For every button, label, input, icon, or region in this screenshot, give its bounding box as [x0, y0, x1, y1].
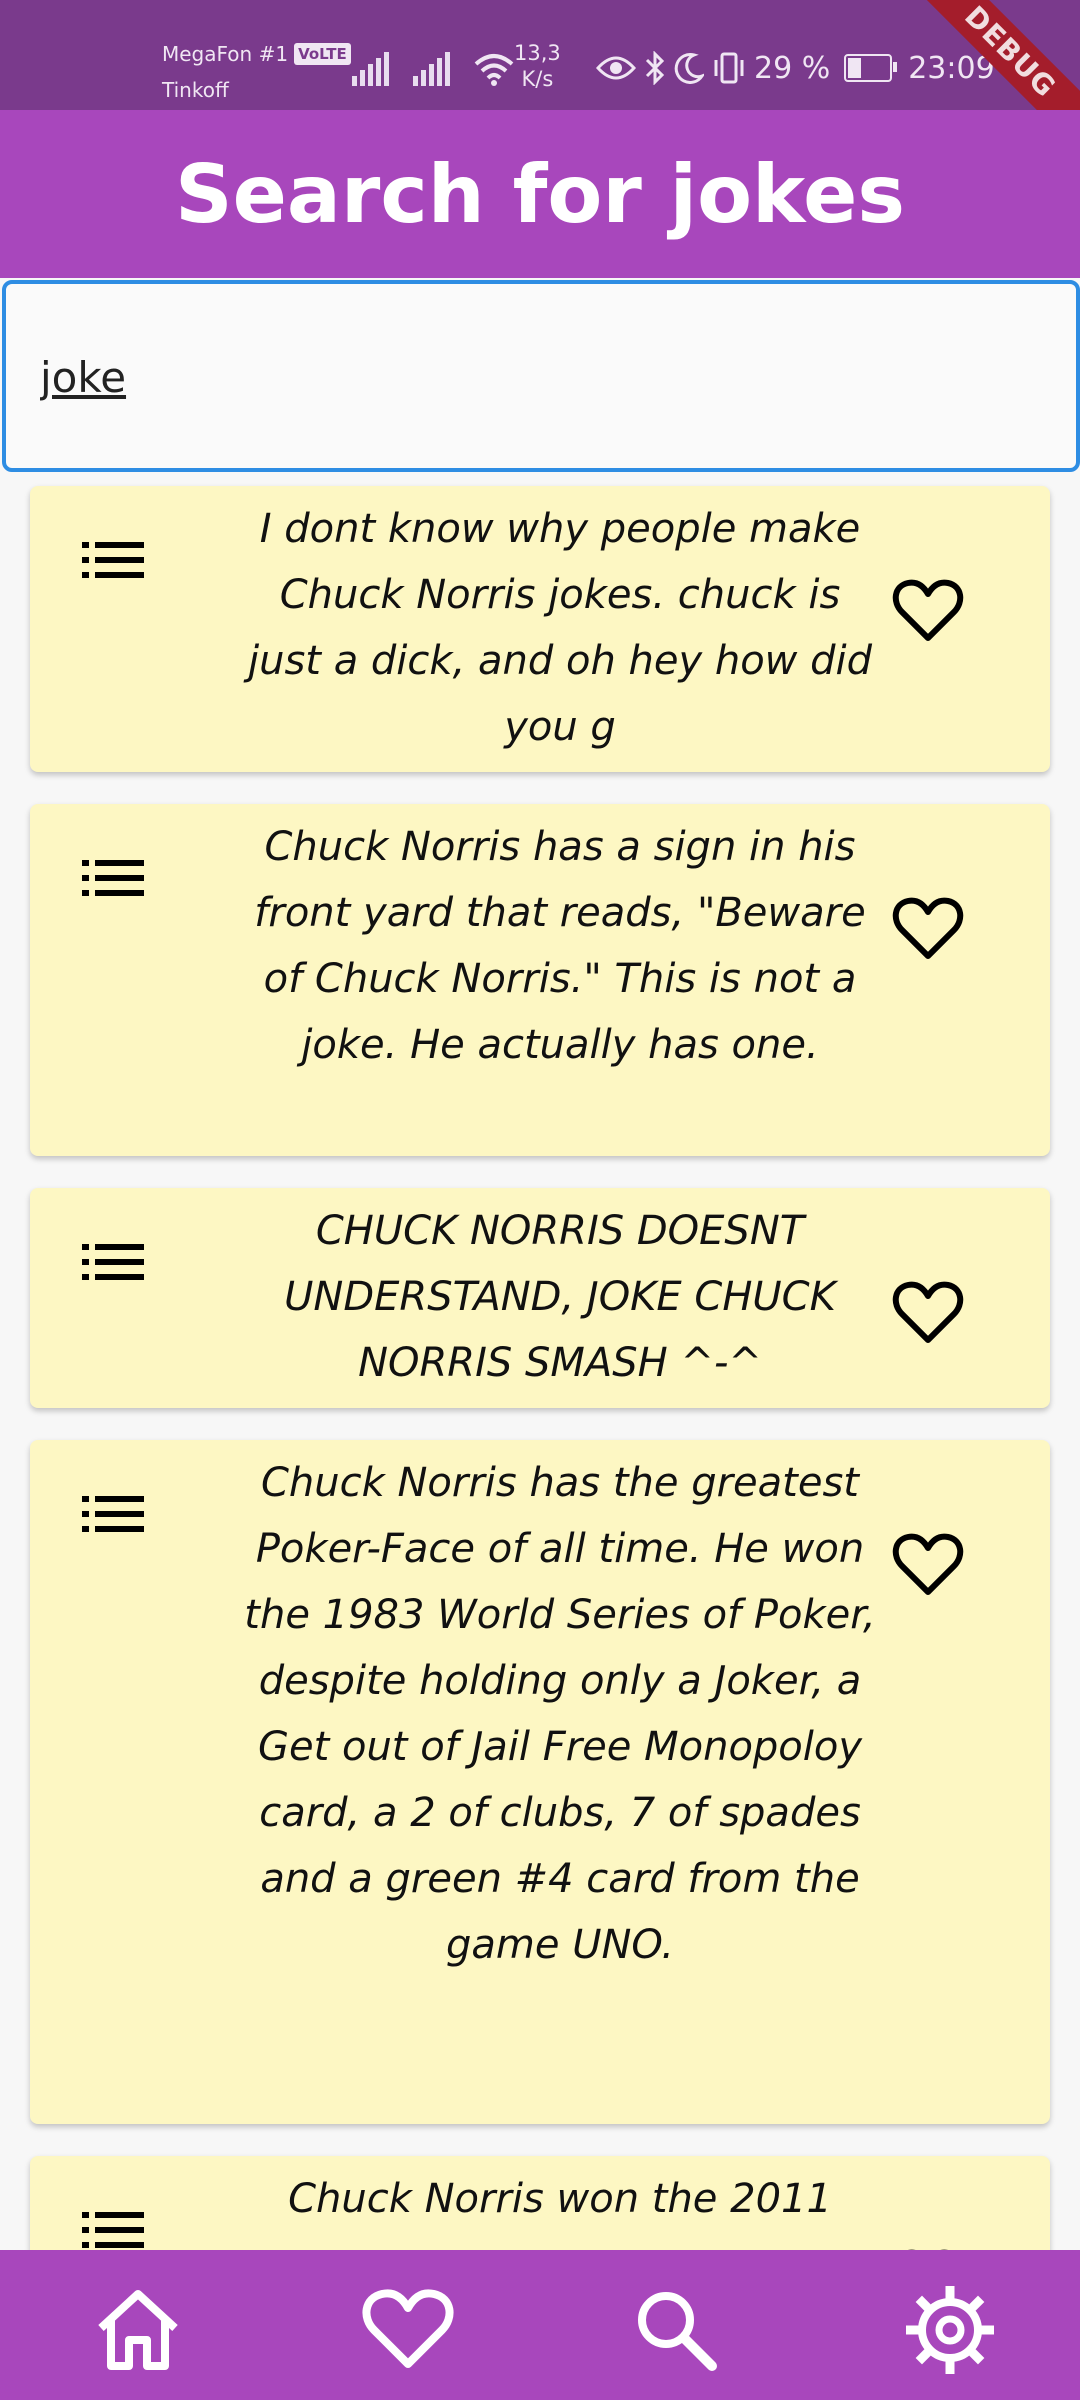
list-icon[interactable]: [82, 2210, 144, 2250]
status-icons: 29 % 23:09: [596, 48, 995, 88]
heart-icon: [362, 2289, 454, 2368]
heart-outline-icon[interactable]: [892, 1532, 964, 1598]
search-input[interactable]: [38, 284, 1042, 470]
joke-card[interactable]: CHUCK NORRIS DOESNT UNDERSTAND, JOKE CHU…: [30, 1188, 1050, 1408]
list-icon[interactable]: [82, 1494, 144, 1534]
bottom-navigation: [0, 2250, 1080, 2400]
heart-outline-icon[interactable]: [892, 896, 964, 962]
search-icon: [638, 2292, 717, 2371]
joke-card[interactable]: Chuck Norris has the greatest Poker-Face…: [30, 1440, 1050, 2124]
carrier-primary: MegaFon #1: [162, 42, 289, 66]
jokes-list[interactable]: I dont know why people make Chuck Norris…: [0, 480, 1080, 2250]
vibrate-icon: [714, 52, 744, 84]
search-field[interactable]: [2, 280, 1080, 472]
app-bar: Search for jokes: [0, 110, 1080, 278]
list-icon[interactable]: [82, 1242, 144, 1282]
speed-value: 13,3: [514, 41, 561, 65]
joke-text: CHUCK NORRIS DOESNT UNDERSTAND, JOKE CHU…: [284, 1208, 836, 1386]
wifi-icon: [474, 54, 514, 86]
nav-search-button[interactable]: [626, 2280, 726, 2380]
carrier-secondary: Tinkoff: [162, 78, 229, 102]
joke-text: Chuck Norris has the greatest Poker-Face…: [244, 1460, 876, 1968]
eye-icon: [596, 56, 636, 80]
joke-card[interactable]: I dont know why people make Chuck Norris…: [30, 486, 1050, 772]
settings-icon: [906, 2286, 994, 2374]
network-speed: 13,3 K/s: [514, 40, 561, 92]
nav-favorites-button[interactable]: [358, 2280, 458, 2380]
signal-indicators: [352, 46, 514, 86]
moon-icon: [674, 52, 704, 84]
joke-text: Chuck Norris won the 2011: [288, 2176, 832, 2222]
nav-settings-button[interactable]: [900, 2280, 1000, 2380]
joke-card[interactable]: Chuck Norris has a sign in his front yar…: [30, 804, 1050, 1156]
battery-percent: 29 %: [754, 50, 831, 86]
bluetooth-icon: [645, 51, 665, 85]
list-icon[interactable]: [82, 540, 144, 580]
status-bar: MegaFon #1 VoLTE Tinkoff 13,3 K/s 29 % 2…: [0, 0, 1080, 160]
volte-badge: VoLTE: [294, 43, 351, 65]
list-icon[interactable]: [82, 858, 144, 898]
home-icon: [98, 2290, 178, 2370]
nav-home-button[interactable]: [88, 2280, 188, 2380]
speed-unit: K/s: [521, 67, 554, 91]
battery-icon: [844, 54, 898, 82]
carrier-info: MegaFon #1 VoLTE Tinkoff: [162, 36, 351, 108]
joke-text: I dont know why people make Chuck Norris…: [247, 506, 873, 750]
joke-card[interactable]: Chuck Norris won the 2011: [30, 2156, 1050, 2250]
signal-2-icon: [413, 52, 450, 86]
page-title: Search for jokes: [175, 147, 905, 241]
joke-text: Chuck Norris has a sign in his front yar…: [254, 824, 866, 1068]
signal-1-icon: [352, 52, 389, 86]
heart-outline-icon[interactable]: [892, 1280, 964, 1346]
heart-outline-icon[interactable]: [892, 578, 964, 644]
